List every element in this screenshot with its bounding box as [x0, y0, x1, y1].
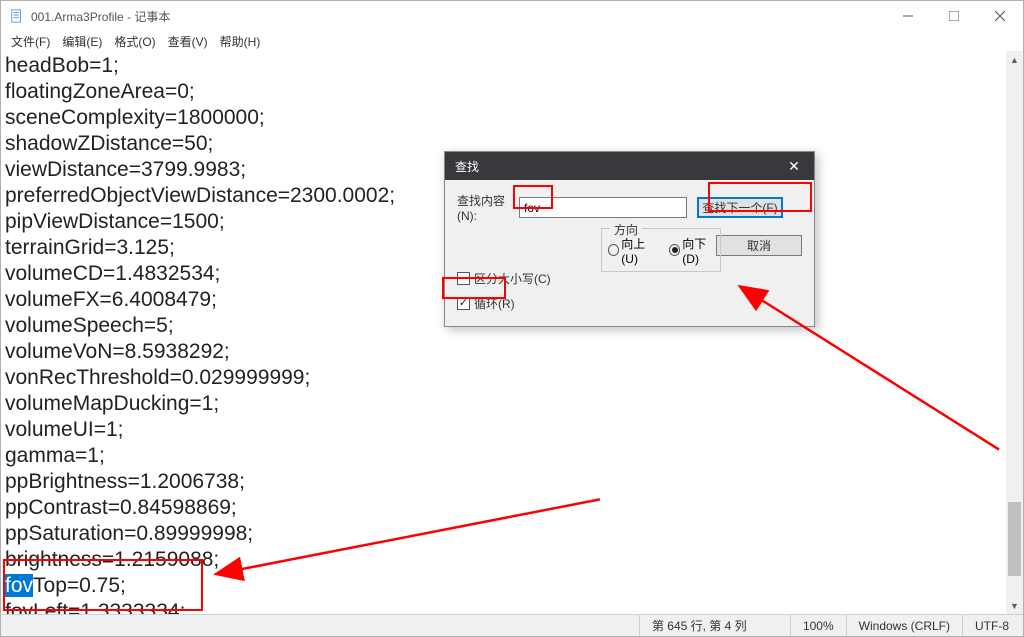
status-zoom: 100%	[791, 619, 846, 633]
match-case-label: 区分大小写(C)	[474, 270, 551, 287]
checkbox-icon	[457, 272, 470, 285]
scroll-down-arrow[interactable]: ▼	[1006, 597, 1023, 614]
direction-down-radio[interactable]: 向下(D)	[669, 235, 720, 266]
close-button[interactable]	[977, 1, 1023, 31]
find-next-button[interactable]: 查找下一个(F)	[697, 197, 783, 218]
find-label: 查找内容(N):	[457, 192, 519, 223]
match-case-checkbox[interactable]: 区分大小写(C)	[457, 270, 802, 287]
menubar: 文件(F) 编辑(E) 格式(O) 查看(V) 帮助(H)	[1, 31, 1023, 51]
content-pane: headBob=1; floatingZoneArea=0; sceneComp…	[1, 51, 1023, 614]
find-close-button[interactable]: ✕	[774, 152, 814, 180]
status-eol: Windows (CRLF)	[847, 619, 962, 633]
menu-edit[interactable]: 编辑(E)	[58, 33, 106, 50]
vertical-scrollbar[interactable]: ▲ ▼	[1006, 51, 1023, 614]
notepad-icon	[9, 8, 25, 24]
wrap-label: 循环(R)	[474, 295, 515, 312]
menu-help[interactable]: 帮助(H)	[216, 33, 265, 50]
text-editor[interactable]: headBob=1; floatingZoneArea=0; sceneComp…	[5, 53, 1005, 614]
notepad-window: 001.Arma3Profile - 记事本 文件(F) 编辑(E) 格式(O)…	[0, 0, 1024, 637]
find-dialog: 查找 ✕ 查找内容(N): 查找下一个(F) 取消 区分大小写(C)	[444, 151, 815, 327]
direction-legend: 方向	[610, 221, 642, 238]
scroll-thumb[interactable]	[1008, 502, 1021, 576]
direction-group: 方向 向上(U) 向下(D)	[601, 228, 721, 272]
find-cancel-button[interactable]: 取消	[716, 235, 802, 256]
titlebar: 001.Arma3Profile - 记事本	[1, 1, 1023, 31]
find-dialog-title: 查找	[455, 158, 479, 175]
window-title: 001.Arma3Profile - 记事本	[31, 8, 170, 25]
direction-up-radio[interactable]: 向上(U)	[608, 235, 659, 266]
menu-view[interactable]: 查看(V)	[164, 33, 212, 50]
menu-file[interactable]: 文件(F)	[7, 33, 54, 50]
scroll-track[interactable]	[1006, 68, 1023, 597]
find-input[interactable]	[519, 197, 687, 218]
scroll-up-arrow[interactable]: ▲	[1006, 51, 1023, 68]
checkbox-checked-icon	[457, 297, 470, 310]
find-dialog-titlebar[interactable]: 查找 ✕	[445, 152, 814, 180]
wrap-checkbox[interactable]: 循环(R)	[457, 295, 802, 312]
statusbar: 第 645 行, 第 4 列 100% Windows (CRLF) UTF-8	[1, 614, 1023, 636]
menu-format[interactable]: 格式(O)	[110, 33, 159, 50]
status-encoding: UTF-8	[963, 619, 1023, 633]
maximize-button[interactable]	[931, 1, 977, 31]
minimize-button[interactable]	[885, 1, 931, 31]
find-dialog-body: 查找内容(N): 查找下一个(F) 取消 区分大小写(C) 循环(R)	[445, 180, 814, 326]
status-position: 第 645 行, 第 4 列	[640, 617, 790, 634]
